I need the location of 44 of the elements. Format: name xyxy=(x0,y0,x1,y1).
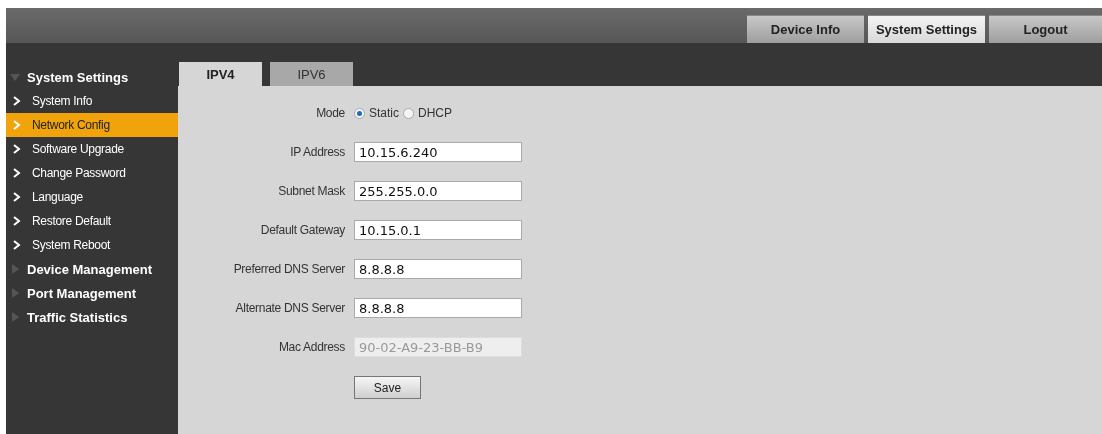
radio-label: Static xyxy=(369,106,399,120)
input-field[interactable]: 10.15.6.240 xyxy=(354,142,522,162)
field-label: Preferred DNS Server xyxy=(232,262,345,276)
chevron-icon xyxy=(12,168,22,178)
save-button[interactable]: Save xyxy=(354,376,421,399)
field-label: Mode xyxy=(315,106,345,120)
field-label: Mac Address xyxy=(277,340,345,354)
sidebar-section[interactable]: Traffic Statistics xyxy=(27,309,128,325)
nav-tab[interactable]: Device Info xyxy=(747,15,864,43)
collapsed-triangle-icon[interactable] xyxy=(10,312,20,322)
chevron-icon xyxy=(12,96,22,106)
collapsed-triangle-icon[interactable] xyxy=(10,288,20,298)
sidebar-item[interactable]: Language xyxy=(6,185,178,209)
sidebar-item[interactable]: Change Password xyxy=(6,161,178,185)
sidebar-section[interactable]: Device Management xyxy=(27,261,152,277)
chevron-icon xyxy=(12,240,22,250)
sidebar-item[interactable]: System Info xyxy=(6,89,178,113)
nav-tab[interactable]: System Settings xyxy=(868,15,985,43)
nav-tab[interactable]: Logout xyxy=(989,15,1102,43)
sidebar-item[interactable]: Software Upgrade xyxy=(6,137,178,161)
chevron-icon xyxy=(12,216,22,226)
sidebar-item[interactable]: System Reboot xyxy=(6,233,178,257)
field-label: Default Gateway xyxy=(259,223,345,237)
input-field[interactable]: 255.255.0.0 xyxy=(354,181,522,201)
chevron-icon xyxy=(12,120,22,130)
input-field[interactable]: 8.8.8.8 xyxy=(354,298,522,318)
collapsed-triangle-icon[interactable] xyxy=(10,264,20,274)
input-field[interactable]: 10.15.0.1 xyxy=(354,220,522,240)
chevron-icon xyxy=(12,144,22,154)
sidebar-section[interactable]: Port Management xyxy=(27,285,137,301)
radio-label: DHCP xyxy=(418,106,453,120)
radio-button[interactable] xyxy=(403,107,414,119)
field-label: Alternate DNS Server xyxy=(234,301,345,315)
field-label: Subnet Mask xyxy=(277,184,345,198)
input-field[interactable]: 8.8.8.8 xyxy=(354,259,522,279)
sidebar-item[interactable]: Network Config xyxy=(6,113,178,137)
sidebar-section[interactable]: System Settings xyxy=(27,69,129,85)
expanded-triangle-icon[interactable] xyxy=(10,72,20,82)
chevron-icon xyxy=(12,192,22,202)
sidebar-item[interactable]: Restore Default xyxy=(6,209,178,233)
radio-button[interactable] xyxy=(354,107,365,119)
field-label: IP Address xyxy=(289,145,345,159)
tab[interactable]: IPV4 xyxy=(179,62,262,86)
tab[interactable]: IPV6 xyxy=(270,62,353,86)
